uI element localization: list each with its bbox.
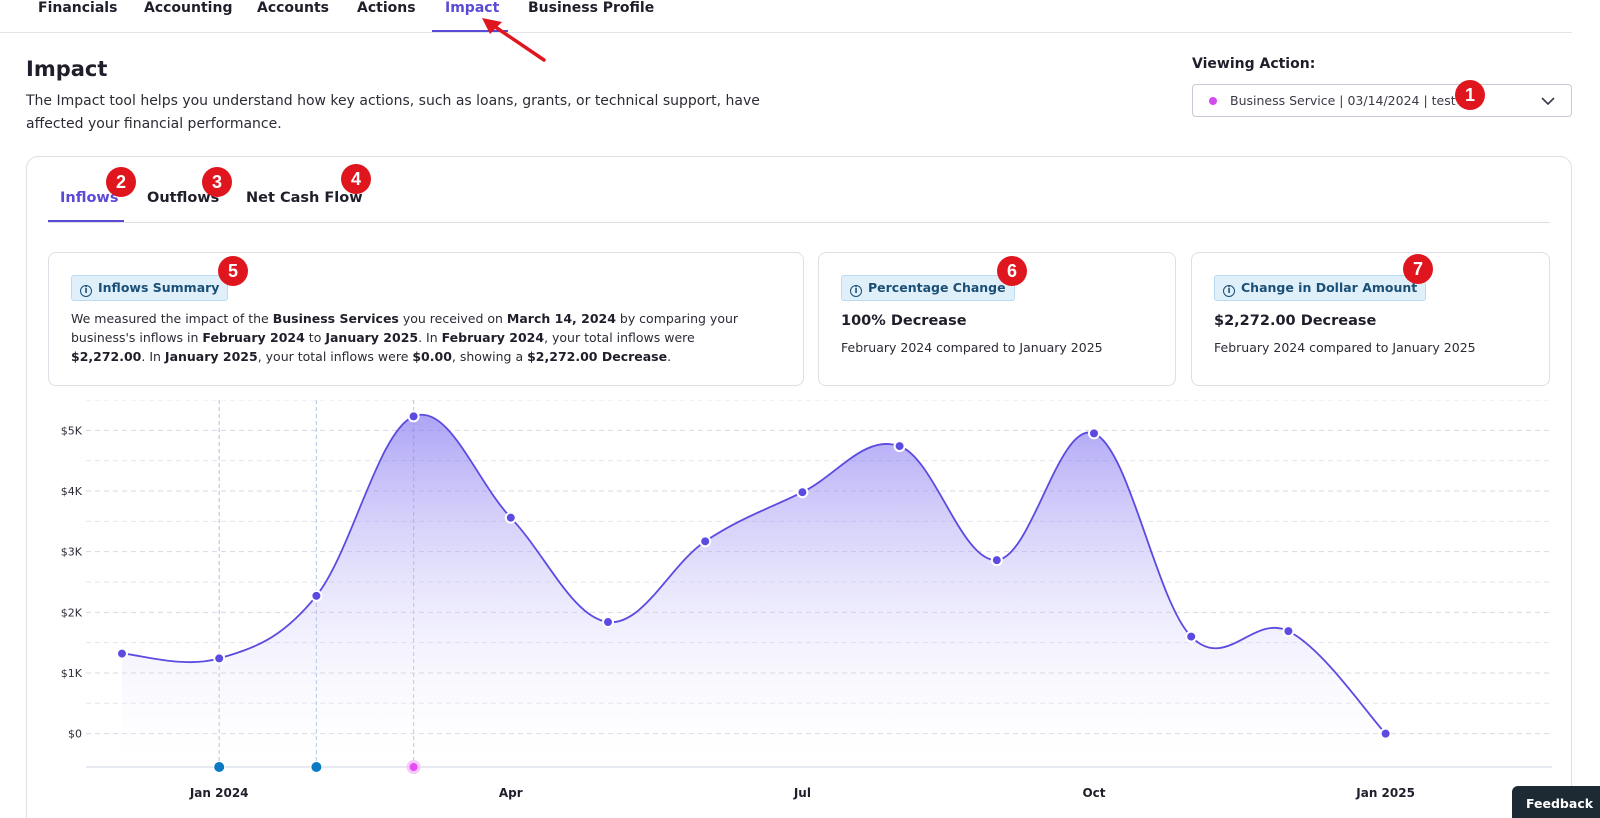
data-point-sep-2024 — [990, 554, 1003, 567]
y-tick-label: $2K — [61, 606, 83, 619]
nav-financials[interactable]: Financials — [38, 0, 117, 32]
viewing-action-value: Business Service | 03/14/2024 | test — [1230, 93, 1456, 108]
summary-highlight: February 2024 — [441, 330, 545, 345]
annotation-badge-2: 2 — [106, 167, 136, 197]
data-point-feb-2024 — [310, 589, 323, 602]
summary-highlight: Business Services — [272, 311, 399, 326]
data-point-jul-2024 — [796, 486, 809, 499]
event-marker-dot — [406, 760, 421, 774]
tab-active-underline — [48, 220, 124, 222]
inflows-chart-svg: $0 $1K $2K $3K $4K $5K Jan 2024 Apr Jul Oct Jan 20… — [61, 399, 1552, 800]
percentage-change-title: Percentage Change — [868, 280, 1006, 295]
viewing-action-select[interactable]: Business Service | 03/14/2024 | test — [1192, 84, 1572, 117]
data-point-mar-2024 — [407, 410, 420, 423]
dollar-change-subtext: February 2024 compared to January 2025 — [1214, 340, 1476, 355]
inflows-chart: $0 $1K $2K $3K $4K $5K Jan 2024 Apr Jul Oct Jan 20… — [30, 399, 1560, 818]
y-tick-label: $5K — [61, 424, 83, 437]
dollar-change-title: Change in Dollar Amount — [1241, 280, 1418, 295]
summary-highlight: January 2025 — [164, 349, 258, 364]
dollar-change-pill[interactable]: i Change in Dollar Amount — [1214, 275, 1427, 301]
data-point-apr-2024 — [504, 511, 517, 524]
data-point-dec-2023 — [116, 647, 128, 660]
inflows-summary-title: Inflows Summary — [98, 280, 220, 295]
summary-highlight: February 2024 — [202, 330, 305, 345]
feedback-button[interactable]: Feedback — [1512, 786, 1600, 818]
annotation-badge-6: 6 — [997, 256, 1027, 286]
x-tick-label: Oct — [1082, 786, 1105, 800]
annotation-badge-3: 3 — [202, 167, 232, 197]
summary-segment: . — [667, 349, 672, 364]
annotation-badge-7: 7 — [1403, 254, 1433, 284]
event-marker-dot — [310, 761, 323, 773]
summary-segment: to — [304, 330, 326, 345]
nav-accounting[interactable]: Accounting — [144, 0, 232, 32]
data-point-dec-2024 — [1282, 625, 1295, 638]
action-dot-icon — [1209, 97, 1217, 105]
percentage-change-subtext: February 2024 compared to January 2025 — [841, 340, 1103, 355]
summary-segment: you received on — [398, 311, 507, 326]
page-title: Impact — [26, 57, 108, 81]
summary-highlight: $0.00 — [412, 349, 452, 364]
y-tick-label: $1K — [61, 667, 83, 680]
data-point-oct-2024 — [1088, 427, 1100, 440]
summary-segment: , your total inflows were — [257, 349, 413, 364]
nav-actions[interactable]: Actions — [357, 0, 416, 32]
annotation-badge-5: 5 — [218, 256, 248, 286]
inflows-summary-panel: i Inflows Summary We measured the impact … — [48, 252, 804, 386]
inflows-area — [122, 414, 1386, 767]
dollar-change-value: $2,272.00 Decrease — [1214, 313, 1377, 329]
tab-net-cash-flow[interactable]: Net Cash Flow — [246, 190, 363, 206]
percentage-change-value: 100% Decrease — [841, 313, 967, 329]
data-point-nov-2024 — [1185, 630, 1198, 643]
info-icon: i — [850, 285, 862, 297]
x-tick-label: Jan 2025 — [1355, 786, 1415, 800]
x-tick-label: Apr — [499, 786, 523, 800]
x-tick-label: Jul — [793, 786, 811, 800]
y-tick-label: $3K — [61, 546, 83, 559]
annotation-badge-1: 1 — [1455, 80, 1485, 110]
x-tick-label: Jan 2024 — [189, 786, 249, 800]
summary-highlight: January 2025 — [325, 330, 419, 345]
event-marker-dot — [213, 761, 226, 773]
data-point-jan-2024 — [213, 652, 226, 665]
data-point-may-2024 — [602, 616, 614, 629]
data-point-jan-2025 — [1379, 727, 1392, 740]
page-description: The Impact tool helps you understand how… — [26, 93, 760, 132]
inflows-summary-text: We measured the impact of the Business S… — [71, 309, 771, 366]
dollar-change-panel: i Change in Dollar Amount $2,272.00 Decre… — [1191, 252, 1550, 386]
chevron-down-icon — [1541, 97, 1555, 106]
summary-highlight: $2,272.00 — [71, 349, 142, 364]
inflows-summary-pill[interactable]: i Inflows Summary — [71, 275, 229, 301]
data-point-jun-2024 — [699, 535, 712, 548]
viewing-action-label: Viewing Action: — [1192, 56, 1316, 72]
nav-accounts[interactable]: Accounts — [257, 0, 329, 32]
summary-segment: . In — [418, 330, 442, 345]
top-nav: Financials Accounting Accounts Actions I… — [0, 0, 1572, 33]
summary-segment: We measured the impact of the — [71, 311, 273, 326]
summary-highlight: $2,272.00 Decrease — [527, 349, 668, 364]
info-icon: i — [80, 285, 92, 297]
red-arrow-icon — [482, 18, 546, 62]
y-tick-label: $0 — [68, 728, 82, 741]
info-icon: i — [1223, 285, 1235, 297]
data-point-aug-2024 — [893, 440, 906, 453]
summary-highlight: March 14, 2024 — [506, 311, 616, 326]
summary-segment: . In — [141, 349, 165, 364]
impact-tabs: Inflows Outflows Net Cash Flow — [48, 175, 1550, 223]
y-tick-label: $4K — [61, 485, 83, 498]
annotation-badge-4: 4 — [341, 164, 371, 194]
percentage-change-pill[interactable]: i Percentage Change — [841, 275, 1015, 301]
summary-segment: , your total inflows were — [544, 330, 695, 345]
summary-segment: , showing a — [451, 349, 528, 364]
